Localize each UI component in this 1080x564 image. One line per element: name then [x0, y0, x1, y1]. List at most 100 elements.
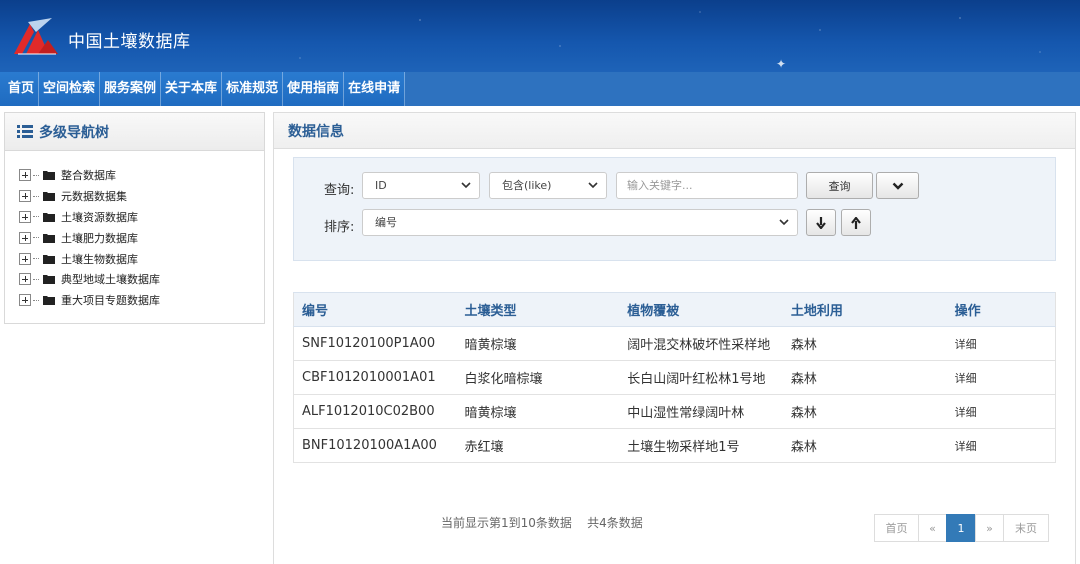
folder-icon [43, 212, 55, 222]
sort-descending-button[interactable] [806, 209, 836, 236]
tree-item[interactable]: 土壤生物数据库 [19, 248, 264, 269]
nav-item-apply[interactable]: 在线申请 [344, 72, 406, 106]
sort-label: 排序: [324, 220, 355, 235]
folder-icon [43, 275, 55, 285]
page-number-button[interactable]: 1 [946, 514, 976, 542]
pagination: 首页 « 1 » 末页 [874, 514, 1049, 542]
expand-icon[interactable] [19, 294, 31, 307]
folder-icon [43, 233, 55, 243]
cell-vegetation: 阔叶混交林破坏性采样地 [619, 326, 783, 361]
tree-item-label: 土壤生物数据库 [61, 252, 138, 266]
cell-soil-type: 暗黄棕壤 [456, 394, 620, 429]
folder-icon [43, 254, 55, 264]
tree-item-label: 重大项目专题数据库 [61, 294, 160, 308]
cell-land-use: 森林 [782, 428, 947, 463]
page-last-button[interactable]: 末页 [1003, 514, 1049, 542]
nav-item-about[interactable]: 关于本库 [161, 72, 223, 106]
tree-connector [33, 195, 39, 197]
cell-id: CBF1012010001A01 [293, 360, 457, 395]
folder-icon [43, 171, 55, 181]
tree-connector [33, 237, 39, 239]
nav-item-spatial-search[interactable]: 空间检索 [39, 72, 101, 106]
tree-item[interactable]: 土壤资源数据库 [19, 207, 264, 228]
page-prev-button[interactable]: « [918, 514, 947, 542]
page-first-button[interactable]: 首页 [874, 514, 919, 542]
data-info-header: 数据信息 [274, 113, 1075, 149]
detail-link[interactable]: 详细 [946, 360, 1056, 395]
detail-link[interactable]: 详细 [946, 394, 1056, 429]
query-field-select[interactable]: ID [362, 172, 480, 199]
tree-item-label: 典型地域土壤数据库 [61, 273, 160, 287]
detail-link[interactable]: 详细 [946, 326, 1056, 361]
cell-vegetation: 中山湿性常绿阔叶林 [619, 394, 783, 429]
detail-link[interactable]: 详细 [946, 428, 1056, 463]
folder-icon [43, 192, 55, 202]
nav-tree-panel: 多级导航树 整合数据库 元数据数据集 土壤资源数据库 土壤肥力数据库 土壤生物数… [4, 112, 265, 324]
site-header: ✦ 中国土壤数据库 [0, 0, 1080, 72]
table-row: CBF1012010001A01 白浆化暗棕壤 长白山阔叶红松林1号地 森林 详… [293, 360, 1056, 395]
nav-tree: 整合数据库 元数据数据集 土壤资源数据库 土壤肥力数据库 土壤生物数据库 典型地… [5, 151, 264, 311]
nav-item-standards[interactable]: 标准规范 [222, 72, 284, 106]
site-logo-icon [14, 18, 58, 55]
cell-soil-type: 赤红壤 [456, 428, 620, 463]
expand-icon[interactable] [19, 252, 31, 265]
search-button[interactable]: 查询 [806, 172, 873, 199]
tree-item-label: 土壤资源数据库 [61, 210, 138, 224]
table-row: ALF1012010C02B00 暗黄棕壤 中山湿性常绿阔叶林 森林 详细 [293, 394, 1056, 429]
cell-land-use: 森林 [782, 394, 947, 429]
expand-icon[interactable] [19, 231, 31, 244]
chevron-down-icon [461, 182, 471, 189]
arrow-up-icon [851, 216, 861, 229]
tree-item[interactable]: 典型地域土壤数据库 [19, 269, 264, 290]
tree-item[interactable]: 重大项目专题数据库 [19, 290, 264, 311]
column-header[interactable]: 编号 [293, 292, 457, 327]
expand-options-button[interactable] [876, 172, 919, 199]
tree-item[interactable]: 土壤肥力数据库 [19, 227, 264, 248]
cell-id: ALF1012010C02B00 [293, 394, 457, 429]
chevron-down-icon [588, 182, 598, 189]
query-form: 查询: ID 包含(like) 输入关键字... 查询 排序: 编号 [293, 157, 1056, 261]
data-info-title: 数据信息 [288, 123, 344, 140]
query-operator-select[interactable]: 包含(like) [489, 172, 607, 199]
nav-item-cases[interactable]: 服务案例 [100, 72, 162, 106]
expand-icon[interactable] [19, 169, 31, 182]
column-header[interactable]: 土地利用 [782, 292, 947, 327]
tree-connector [33, 299, 39, 301]
table-row: SNF10120100P1A00 暗黄棕壤 阔叶混交林破坏性采样地 森林 详细 [293, 326, 1056, 361]
sort-field-select[interactable]: 编号 [362, 209, 798, 236]
expand-icon[interactable] [19, 210, 31, 223]
sort-ascending-button[interactable] [841, 209, 871, 236]
expand-icon[interactable] [19, 273, 31, 286]
folder-icon [43, 296, 55, 306]
chevron-down-icon [779, 219, 789, 226]
sort-field-value: 编号 [375, 216, 397, 229]
cell-vegetation: 土壤生物采样地1号 [619, 428, 783, 463]
tree-item[interactable]: 整合数据库 [19, 165, 264, 186]
nav-item-guide[interactable]: 使用指南 [283, 72, 345, 106]
table-header-row: 编号 土壤类型 植物覆被 土地利用 操作 [293, 292, 1056, 327]
cell-land-use: 森林 [782, 326, 947, 361]
list-icon [17, 125, 33, 138]
cell-soil-type: 暗黄棕壤 [456, 326, 620, 361]
cell-land-use: 森林 [782, 360, 947, 395]
star-decoration: ✦ [776, 57, 787, 71]
chevron-down-icon [892, 182, 903, 190]
cell-vegetation: 长白山阔叶红松林1号地 [619, 360, 783, 395]
table-row: BNF10120100A1A00 赤红壤 土壤生物采样地1号 森林 详细 [293, 428, 1056, 463]
data-info-panel: 数据信息 查询: ID 包含(like) 输入关键字... 查询 排序: 编号 [273, 112, 1076, 564]
site-title: 中国土壤数据库 [68, 32, 191, 52]
pagination-info: 当前显示第1到10条数据 共4条数据 [441, 516, 643, 530]
tree-item[interactable]: 元数据数据集 [19, 186, 264, 207]
query-operator-value: 包含(like) [502, 179, 552, 192]
tree-connector [33, 174, 39, 176]
nav-tree-title: 多级导航树 [39, 124, 109, 141]
main-nav: 首页 空间检索 服务案例 关于本库 标准规范 使用指南 在线申请 [0, 72, 1080, 106]
nav-item-home[interactable]: 首页 [0, 72, 40, 106]
column-header[interactable]: 植物覆被 [619, 292, 783, 327]
column-header[interactable]: 土壤类型 [456, 292, 620, 327]
page-next-button[interactable]: » [975, 514, 1004, 542]
tree-item-label: 整合数据库 [61, 169, 116, 183]
expand-icon[interactable] [19, 190, 31, 203]
keyword-input[interactable]: 输入关键字... [616, 172, 798, 199]
query-field-value: ID [375, 179, 387, 192]
